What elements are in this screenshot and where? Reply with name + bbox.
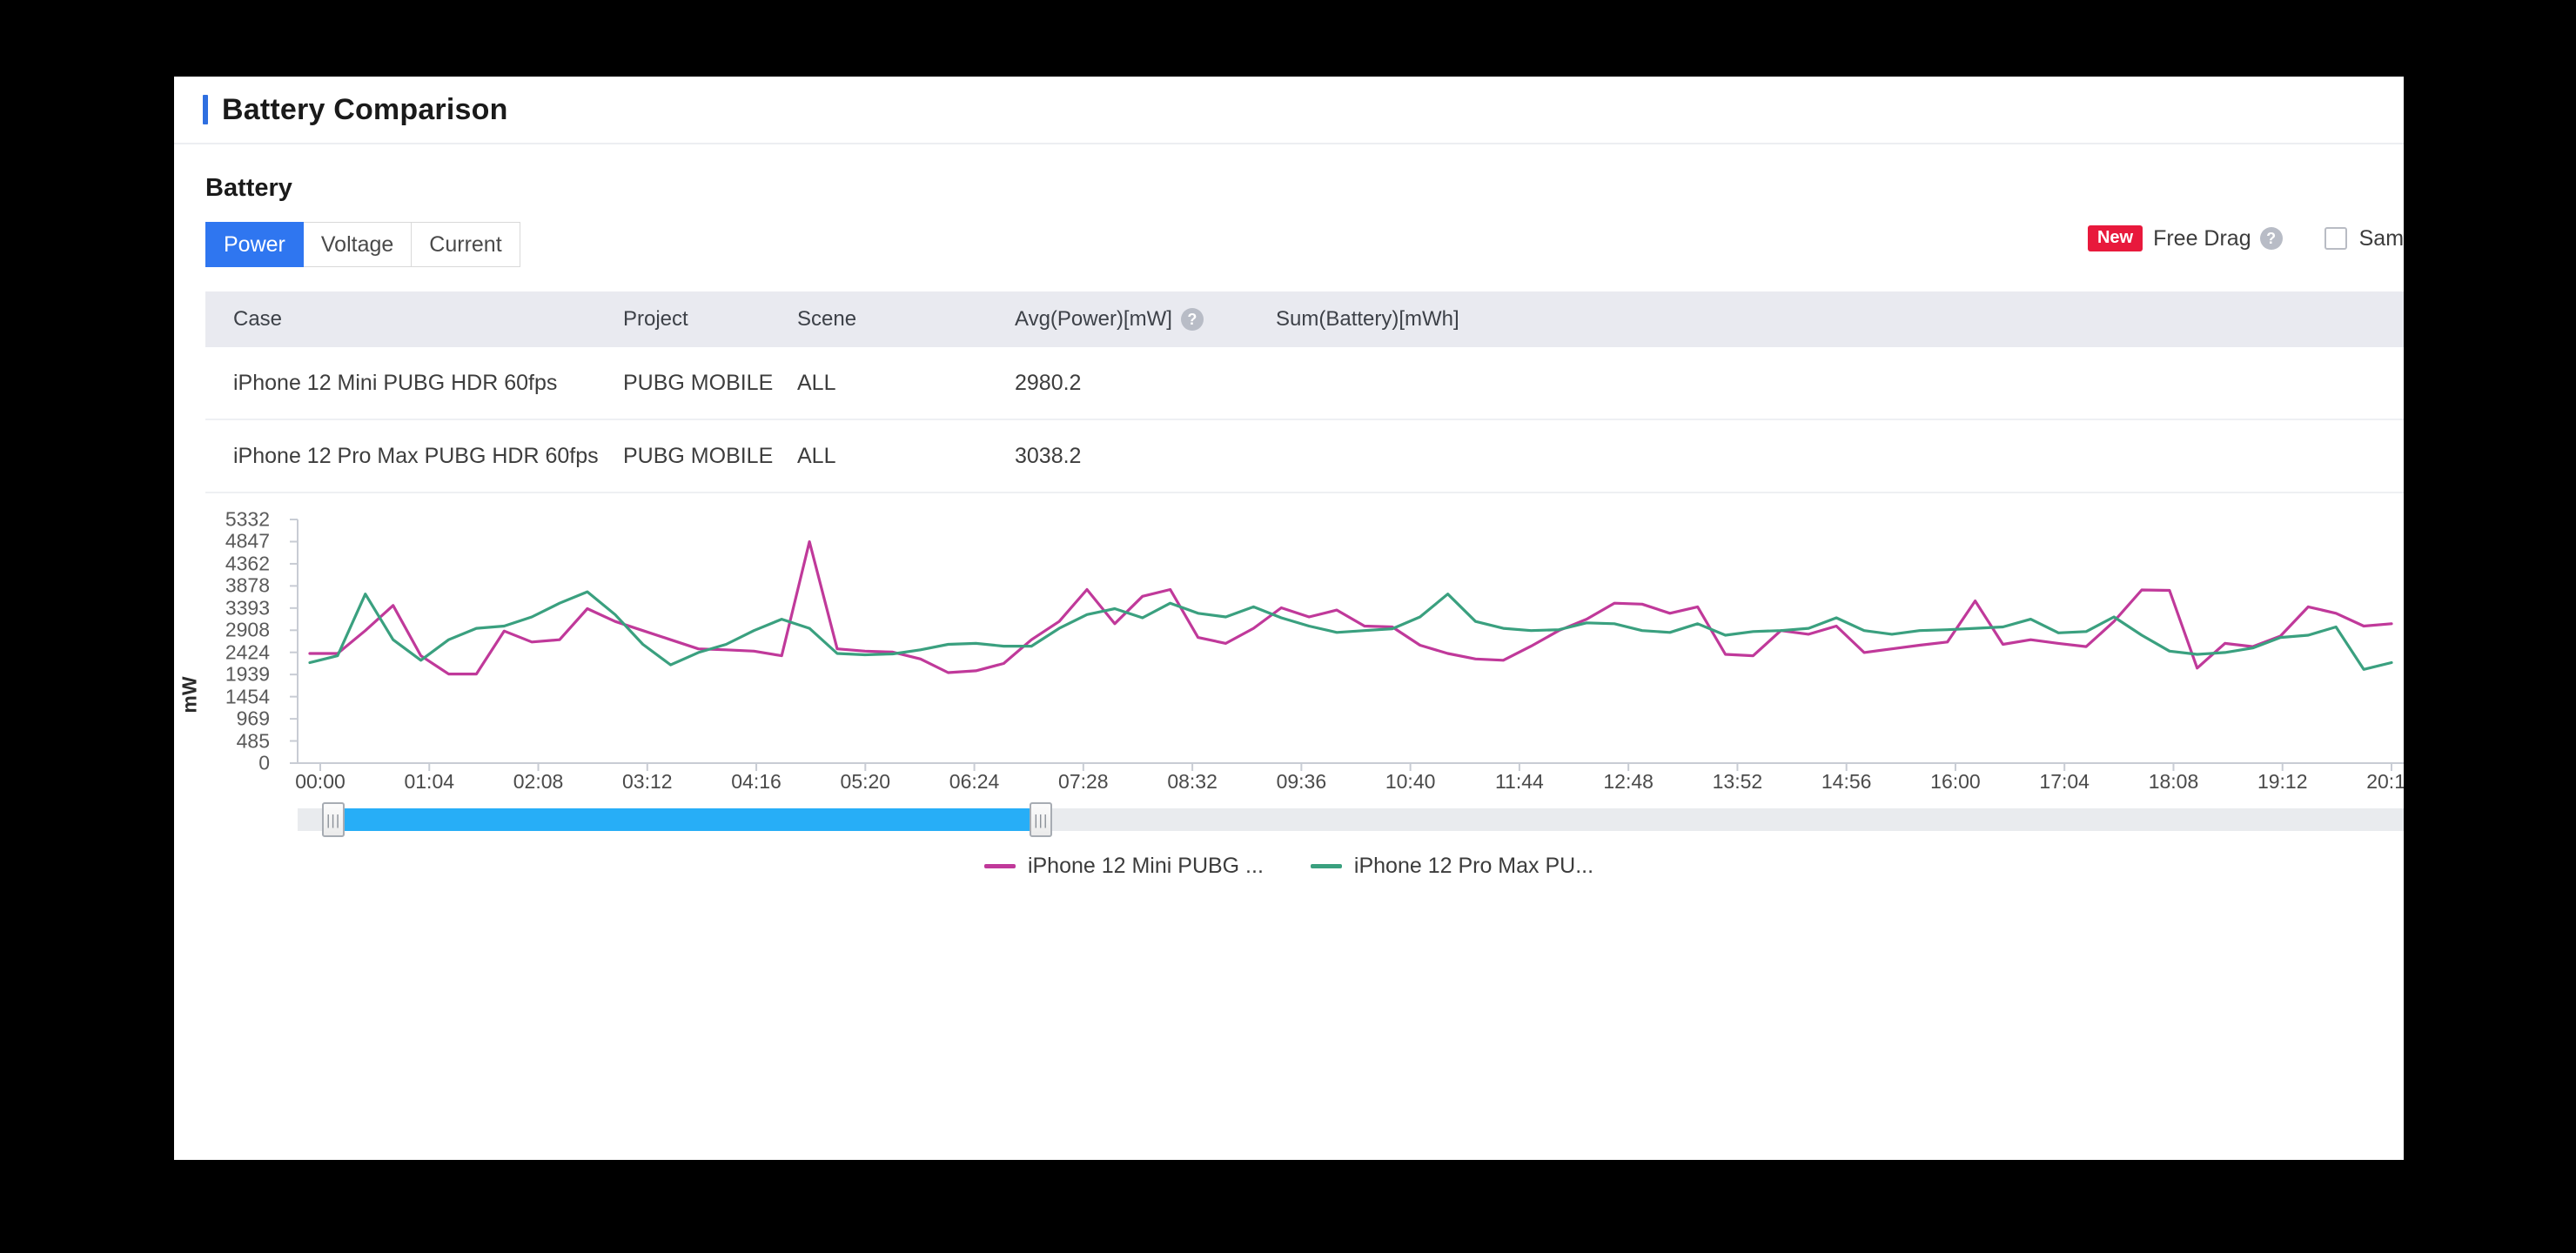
cell-avg-power: 2980.2	[1015, 370, 1082, 395]
cell-project: PUBG MOBILE	[623, 370, 774, 395]
page-header: Battery Comparison	[174, 77, 2404, 144]
table-header-row: Case Project Scene Avg(Power)[mW] ? Sum(…	[205, 291, 2404, 347]
x-axis-tick: 07:28	[1058, 770, 1109, 793]
chart-legend: iPhone 12 Mini PUBG ... iPhone 12 Pro Ma…	[174, 854, 2404, 879]
legend-label-series-2: iPhone 12 Pro Max PU...	[1353, 854, 1594, 878]
column-header-scene: Scene	[797, 307, 857, 331]
datazoom-slider[interactable]: ||| |||	[298, 802, 2404, 837]
same-time-checkbox[interactable]	[2324, 227, 2347, 250]
cell-scene: ALL	[797, 370, 836, 395]
x-axis-tick: 05:20	[840, 770, 891, 793]
x-axis-tick: 06:24	[949, 770, 1000, 793]
x-axis-tick: 02:08	[513, 770, 564, 793]
chart-plot	[290, 519, 2404, 771]
x-axis-tick: 18:08	[2148, 770, 2199, 793]
x-axis-tick: 08:32	[1167, 770, 1218, 793]
battery-comparison-panel: Battery Comparison Battery Power Voltage…	[174, 77, 2404, 1160]
avg-power-help-icon[interactable]: ?	[1180, 308, 1204, 331]
x-axis-tick: 16:00	[1930, 770, 1981, 793]
datazoom-grip-icon: |||	[326, 811, 341, 828]
title-accent-bar	[203, 95, 208, 124]
x-axis-tick: 12:48	[1603, 770, 1654, 793]
column-header-avg-power: Avg(Power)[mW] ?	[1015, 307, 1276, 332]
column-header-avg-power-text: Avg(Power)[mW]	[1015, 307, 1172, 331]
tab-current[interactable]: Current	[412, 222, 520, 267]
page-title: Battery Comparison	[222, 92, 508, 126]
cell-case: iPhone 12 Mini PUBG HDR 60fps	[233, 370, 558, 395]
x-axis-tick: 00:00	[295, 770, 345, 793]
cell-scene: ALL	[797, 443, 836, 468]
cell-avg-power: 3038.2	[1015, 443, 1082, 468]
right-controls: New Free Drag ? Same time t	[2087, 225, 2404, 251]
x-axis-tick: 11:44	[1494, 770, 1544, 793]
x-axis-tick: 13:52	[1712, 770, 1763, 793]
x-axis-tick: 17:04	[2039, 770, 2090, 793]
datazoom-handle-right[interactable]: |||	[1030, 802, 1053, 837]
legend-swatch-series-1	[983, 864, 1016, 868]
help-icon[interactable]: ?	[2259, 227, 2283, 250]
legend-item-series-2[interactable]: iPhone 12 Pro Max PU...	[1310, 854, 1594, 879]
column-header-case: Case	[233, 307, 283, 331]
cell-project: PUBG MOBILE	[623, 443, 774, 468]
x-axis-tick: 03:12	[622, 770, 673, 793]
x-axis-tick: 19:12	[2257, 770, 2308, 793]
section-title: Battery	[205, 174, 292, 202]
metric-tab-group: Power Voltage Current	[205, 222, 2372, 267]
table-row[interactable]: iPhone 12 Mini PUBG HDR 60fps PUBG MOBIL…	[205, 347, 2404, 420]
legend-swatch-series-2	[1310, 864, 1342, 868]
column-header-project: Project	[623, 307, 688, 331]
power-line-chart: mW 5332 4847 4362 3878 3393 2908 2424 1939 1454 9…	[174, 508, 2404, 878]
controls-row: Power Voltage Current New Free Drag ? Sa…	[205, 222, 2404, 267]
x-axis-tick-labels: 00:00 01:04 02:08 03:12 04:16 05:20 06:24 07:28…	[174, 770, 2404, 805]
tab-voltage[interactable]: Voltage	[303, 222, 413, 267]
column-header-sum-battery: Sum(Battery)[mWh]	[1276, 307, 1459, 331]
x-axis-tick: 01:04	[404, 770, 455, 793]
cell-case: iPhone 12 Pro Max PUBG HDR 60fps	[233, 443, 599, 468]
new-badge: New	[2087, 225, 2143, 251]
free-drag-label[interactable]: Free Drag	[2153, 226, 2251, 251]
datazoom-grip-icon: |||	[1034, 811, 1049, 828]
x-axis-tick: 09:36	[1276, 770, 1327, 793]
legend-label-series-1: iPhone 12 Mini PUBG ...	[1027, 854, 1264, 878]
x-axis-tick: 20:16	[2366, 770, 2404, 793]
x-axis-tick: 14:56	[1821, 770, 1872, 793]
x-axis-tick: 04:16	[731, 770, 782, 793]
legend-item-series-1[interactable]: iPhone 12 Mini PUBG ...	[983, 854, 1264, 879]
datazoom-handle-left[interactable]: |||	[322, 802, 345, 837]
same-time-label[interactable]: Same time t	[2359, 226, 2404, 251]
tab-power[interactable]: Power	[205, 222, 304, 267]
table-row[interactable]: iPhone 12 Pro Max PUBG HDR 60fps PUBG MO…	[205, 420, 2404, 493]
comparison-table: Case Project Scene Avg(Power)[mW] ? Sum(…	[205, 291, 2404, 493]
datazoom-selected-range[interactable]	[333, 808, 1042, 831]
x-axis-tick: 10:40	[1385, 770, 1436, 793]
